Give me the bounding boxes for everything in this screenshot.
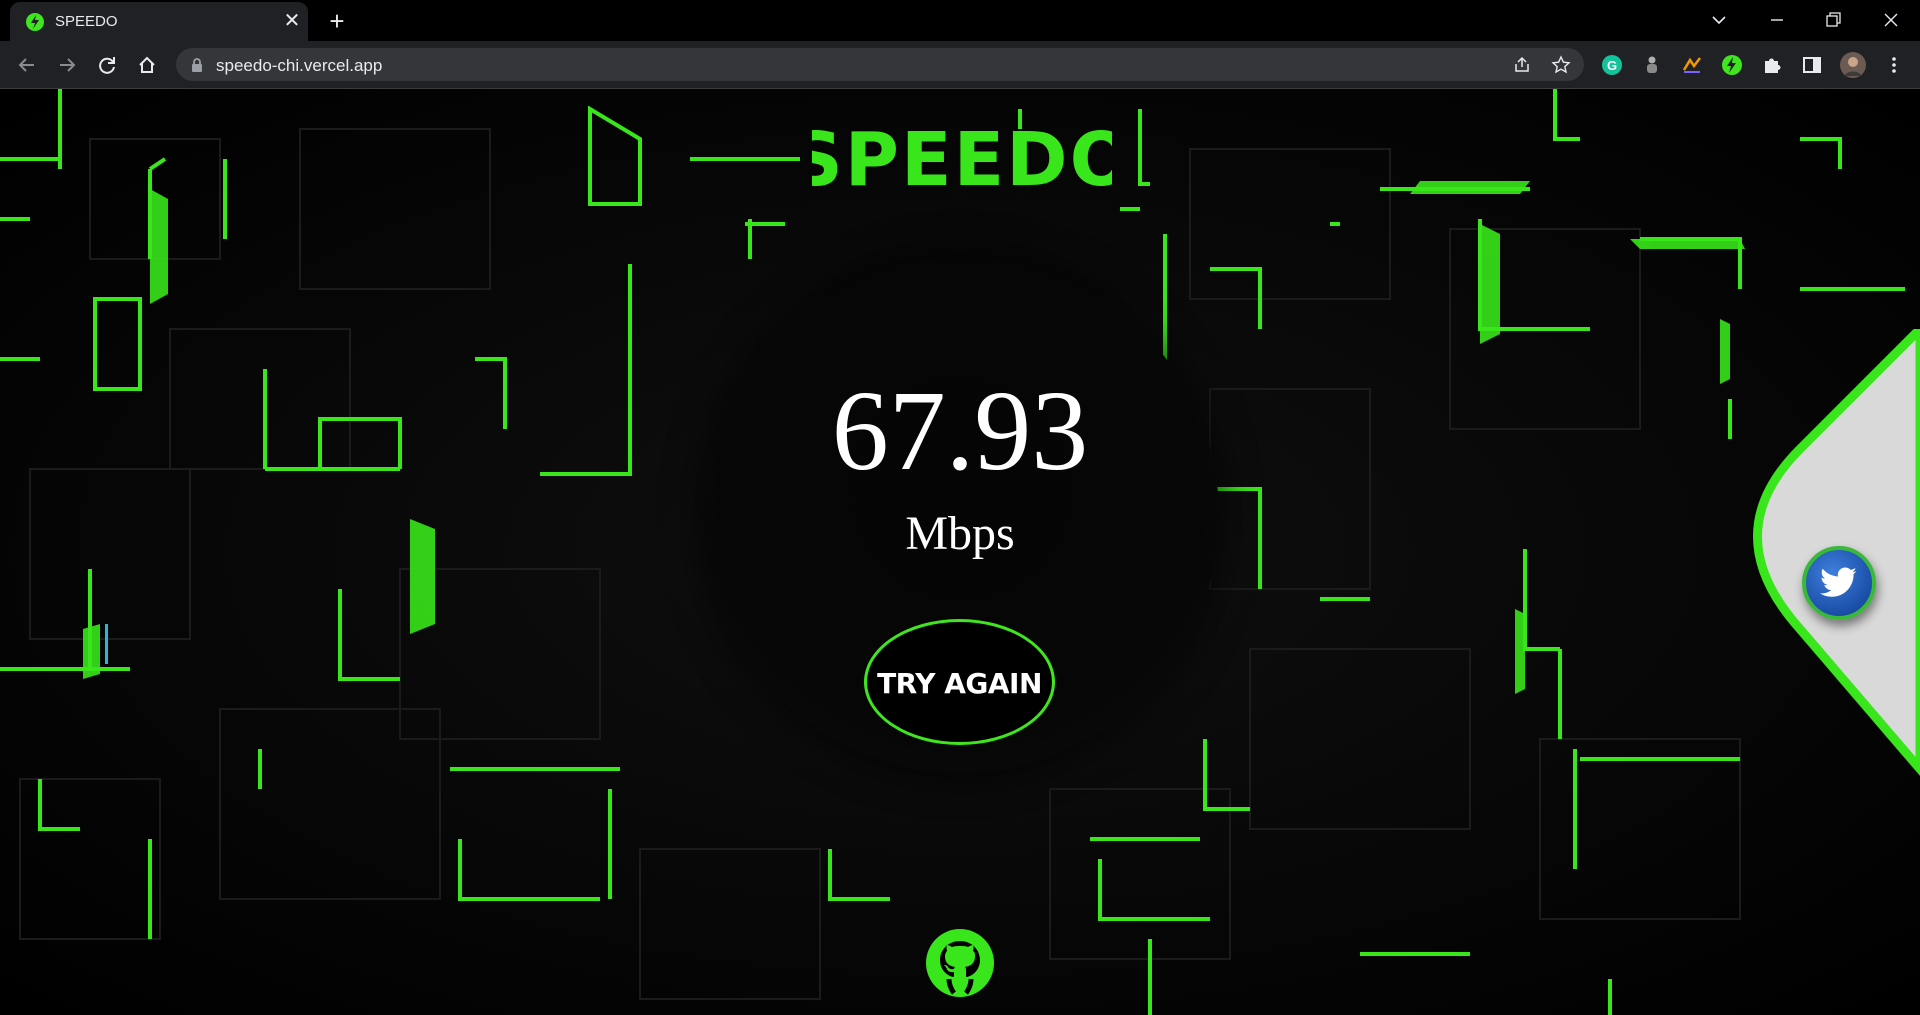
- grammarly-extension-icon[interactable]: G: [1600, 53, 1624, 77]
- speedo-logo: SPEEDO: [812, 119, 1112, 199]
- try-again-button[interactable]: TRY AGAIN: [864, 619, 1055, 745]
- close-tab-icon[interactable]: ✕: [282, 11, 302, 31]
- speedo-favicon-icon: [26, 13, 44, 31]
- reload-icon[interactable]: [93, 51, 121, 79]
- new-tab-button[interactable]: +: [324, 8, 350, 34]
- speed-unit: Mbps: [905, 507, 1015, 560]
- side-panel-icon[interactable]: [1800, 53, 1824, 77]
- forward-arrow-icon[interactable]: [53, 51, 81, 79]
- browser-toolbar: speedo-chi.vercel.app G: [0, 41, 1920, 89]
- try-again-label: TRY AGAIN: [877, 667, 1042, 700]
- svg-text:SPEEDO: SPEEDO: [812, 119, 1112, 199]
- home-icon[interactable]: [133, 51, 161, 79]
- close-window-icon[interactable]: [1876, 6, 1906, 34]
- extension-figure-icon[interactable]: [1640, 53, 1664, 77]
- svg-text:G: G: [1607, 58, 1617, 73]
- extensions-puzzle-icon[interactable]: [1760, 53, 1784, 77]
- speedo-extension-icon[interactable]: [1720, 53, 1744, 77]
- profile-avatar[interactable]: [1840, 52, 1866, 78]
- speedo-page: SPEEDO 67.93 Mbps TRY AGAIN: [0, 89, 1920, 1015]
- back-arrow-icon[interactable]: [13, 51, 41, 79]
- url-text: speedo-chi.vercel.app: [216, 56, 383, 75]
- share-icon[interactable]: [1512, 55, 1532, 75]
- speed-value: 67.93: [831, 367, 1089, 494]
- extension-colorful-icon[interactable]: [1680, 53, 1704, 77]
- twitter-share-button[interactable]: [1802, 546, 1876, 620]
- twitter-bird-icon: [1820, 567, 1857, 597]
- tab-search-icon[interactable]: [1704, 6, 1734, 34]
- browser-tab[interactable]: SPEEDO ✕: [10, 2, 308, 41]
- github-icon[interactable]: [924, 927, 996, 999]
- tab-title: SPEEDO: [55, 13, 118, 30]
- menu-kebab-icon[interactable]: [1882, 53, 1906, 77]
- restore-icon[interactable]: [1818, 6, 1848, 34]
- tab-bar: SPEEDO ✕ +: [0, 0, 1920, 41]
- address-bar[interactable]: speedo-chi.vercel.app: [176, 48, 1584, 81]
- lock-icon[interactable]: [190, 57, 204, 73]
- bookmark-star-icon[interactable]: [1551, 55, 1571, 75]
- minimize-icon[interactable]: [1762, 6, 1792, 34]
